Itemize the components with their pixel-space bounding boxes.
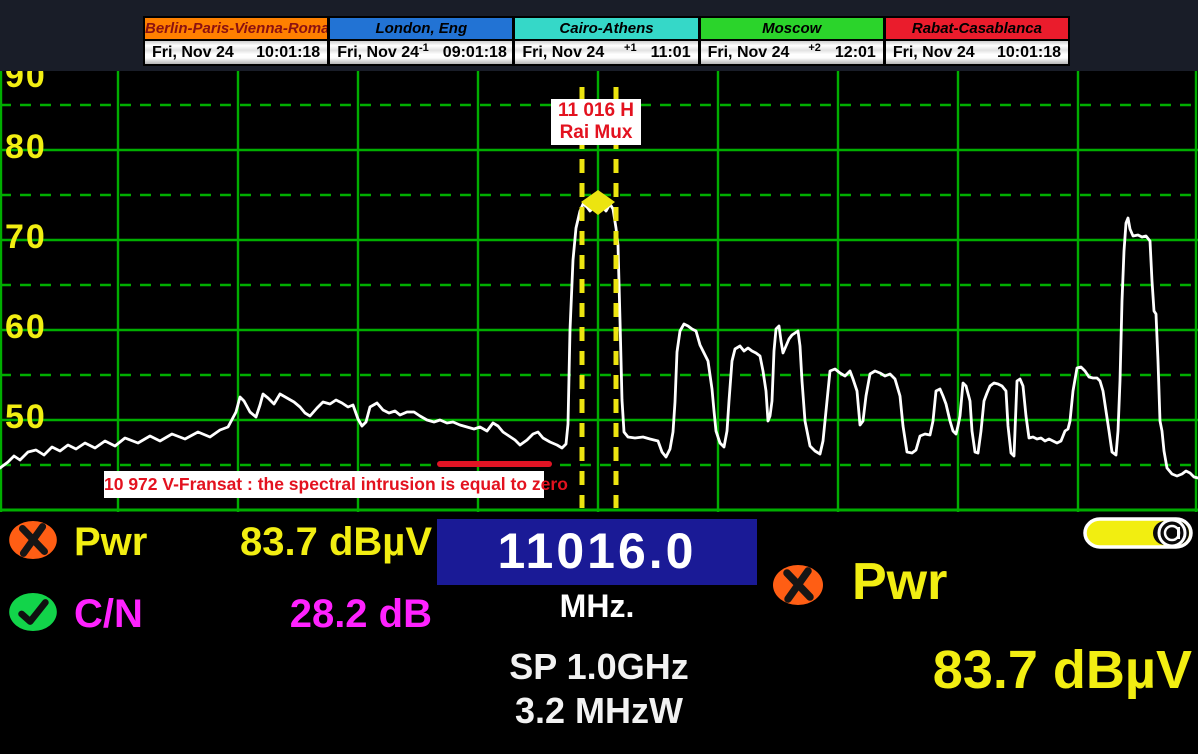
clock-time-row: Fri, Nov 24 10:01:18 bbox=[886, 41, 1068, 64]
spectrum-plot: 90 80 70 60 50 11 016 H Rai Mux 10 972 V-Fra… bbox=[0, 71, 1198, 512]
utc-offset: +1 bbox=[624, 42, 637, 54]
marker-diamond bbox=[581, 190, 615, 215]
clock-time: 09:01:18 bbox=[443, 44, 507, 62]
y-axis-label: 70 bbox=[5, 219, 47, 255]
clock-time-row: Fri, Nov 24 +1 11:01 bbox=[515, 41, 697, 64]
clock-time: 11:01 bbox=[651, 44, 691, 62]
clock-rabat-casablanca: Rabat-Casablanca Fri, Nov 24 10:01:18 bbox=[886, 18, 1068, 64]
clock-date: Fri, Nov 24 bbox=[522, 44, 604, 62]
world-clock-table: Berlin-Paris-Vienna-Roma Fri, Nov 24 10:… bbox=[143, 16, 1070, 66]
check-status-icon bbox=[8, 592, 58, 632]
clock-date: Fri, Nov 24 bbox=[152, 44, 234, 62]
city-label: Moscow bbox=[701, 18, 883, 39]
annotation-label: 10 972 V-Fransat : the spectral intrusio… bbox=[104, 471, 544, 498]
clock-date: Fri, Nov 24 bbox=[337, 44, 419, 62]
annotation-underline bbox=[437, 461, 552, 467]
clock-date: Fri, Nov 24 bbox=[708, 44, 790, 62]
clock-time: 10:01:18 bbox=[256, 44, 320, 62]
utc-offset: +2 bbox=[808, 42, 821, 54]
utc-offset: -1 bbox=[419, 42, 429, 54]
analyzer-screen: Berlin-Paris-Vienna-Roma Fri, Nov 24 10:… bbox=[0, 0, 1198, 754]
toggle-switch[interactable] bbox=[1083, 517, 1193, 549]
clock-time: 12:01 bbox=[835, 44, 876, 62]
pwr-label: Pwr bbox=[74, 520, 147, 564]
clock-time-row: Fri, Nov 24 10:01:18 bbox=[145, 41, 327, 64]
pwr-value: 83.7 dBµV bbox=[150, 520, 432, 564]
clock-time: 10:01:18 bbox=[997, 44, 1061, 62]
measurement-panel: Pwr 83.7 dBµV C/N 28.2 dB 11016.0 MHz. S… bbox=[0, 512, 1198, 754]
clock-london: London, Eng Fri, Nov 24 -1 09:01:18 bbox=[330, 18, 512, 64]
clock-time-row: Fri, Nov 24 +2 12:01 bbox=[701, 41, 883, 64]
y-axis-label: 60 bbox=[5, 309, 47, 345]
marker-frequency: 11 016 H bbox=[551, 100, 641, 122]
frequency-display[interactable]: 11016.0 bbox=[437, 519, 757, 585]
span-readout: SP 1.0GHz bbox=[397, 646, 801, 688]
world-clock-bar: Berlin-Paris-Vienna-Roma Fri, Nov 24 10:… bbox=[0, 0, 1198, 71]
cross-status-icon bbox=[8, 520, 58, 560]
y-axis-label: 80 bbox=[5, 129, 47, 165]
y-axis-label: 50 bbox=[5, 399, 47, 435]
clock-berlin-paris-vienna-roma: Berlin-Paris-Vienna-Roma Fri, Nov 24 10:… bbox=[145, 18, 327, 64]
y-axis-label: 90 bbox=[5, 71, 47, 94]
transponder-marker-label: 11 016 H Rai Mux bbox=[551, 99, 641, 145]
cross-status-icon bbox=[772, 564, 824, 606]
marker-mux-name: Rai Mux bbox=[551, 122, 641, 144]
clock-time-row: Fri, Nov 24 -1 09:01:18 bbox=[330, 41, 512, 64]
frequency-unit: MHz. bbox=[437, 588, 757, 625]
big-pwr-label: Pwr bbox=[852, 554, 947, 610]
city-label: Berlin-Paris-Vienna-Roma bbox=[145, 18, 327, 39]
cn-value: 28.2 dB bbox=[150, 592, 432, 636]
clock-cairo-athens: Cairo-Athens Fri, Nov 24 +1 11:01 bbox=[515, 18, 697, 64]
city-label: London, Eng bbox=[330, 18, 512, 39]
city-label: Rabat-Casablanca bbox=[886, 18, 1068, 39]
city-label: Cairo-Athens bbox=[515, 18, 697, 39]
clock-date: Fri, Nov 24 bbox=[893, 44, 975, 62]
clock-moscow: Moscow Fri, Nov 24 +2 12:01 bbox=[701, 18, 883, 64]
big-pwr-value: 83.7 dBµV bbox=[760, 640, 1192, 700]
bandwidth-readout: 3.2 MHzW bbox=[397, 690, 801, 732]
cn-label: C/N bbox=[74, 592, 143, 636]
